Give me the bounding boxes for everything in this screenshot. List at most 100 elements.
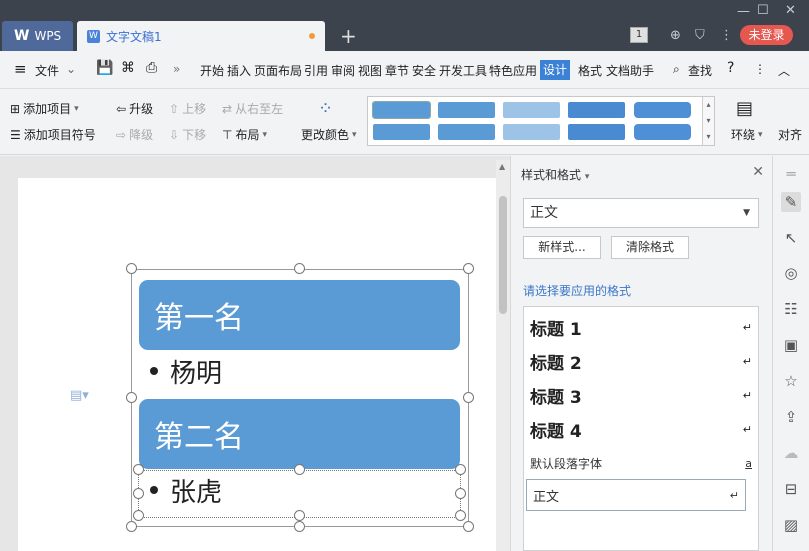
menu-format[interactable]: 格式 bbox=[578, 62, 602, 79]
new-tab-button[interactable]: + bbox=[340, 24, 357, 48]
resize-handle[interactable] bbox=[133, 488, 144, 499]
menu-review[interactable]: 审阅 bbox=[331, 62, 355, 79]
align-label: 对齐 bbox=[778, 128, 803, 142]
settings-sliders-icon[interactable]: ☷ bbox=[781, 299, 801, 319]
add-bullet-button[interactable]: ☰ 添加项目符号 bbox=[10, 126, 96, 143]
bullet-text-second: 张虎 bbox=[170, 477, 223, 508]
resize-handle[interactable] bbox=[294, 464, 305, 475]
menu-insert[interactable]: 插入 bbox=[227, 62, 251, 79]
menu-design[interactable]: 设计 bbox=[540, 60, 571, 80]
document-scroll-thumb[interactable] bbox=[499, 196, 507, 314]
resize-handle[interactable] bbox=[126, 263, 137, 274]
menu-start[interactable]: 开始 bbox=[200, 62, 224, 79]
archive-icon[interactable]: ⊟ bbox=[781, 479, 801, 499]
bullet-item-first[interactable]: 杨明 bbox=[150, 353, 222, 389]
resize-handle[interactable] bbox=[294, 510, 305, 521]
level1-box-first[interactable]: 第一名 bbox=[139, 280, 460, 350]
style-format-icon[interactable]: ✎ bbox=[781, 192, 801, 212]
menu-chapter[interactable]: 章节 bbox=[385, 62, 409, 79]
style-swatch-5[interactable] bbox=[634, 102, 691, 118]
change-color-button[interactable]: 更改颜色 ▾ bbox=[301, 126, 357, 143]
menu-references[interactable]: 引用 bbox=[304, 62, 328, 79]
share-icon[interactable]: ⇪ bbox=[781, 407, 801, 427]
help-icon[interactable]: ? bbox=[727, 60, 734, 76]
star-icon[interactable]: ☆ bbox=[781, 371, 801, 391]
file-menu[interactable]: 文件 bbox=[35, 62, 59, 79]
align-button[interactable]: 对齐 bbox=[778, 126, 802, 143]
shapes-icon[interactable]: ◎ bbox=[781, 263, 801, 283]
document-tab[interactable]: W 文字文稿1 bbox=[77, 21, 325, 51]
panel-title[interactable]: 样式和格式 ▾ bbox=[521, 166, 589, 183]
style-swatch-4[interactable] bbox=[568, 102, 625, 118]
resize-handle[interactable] bbox=[463, 392, 474, 403]
promote-button[interactable]: ⇦ 升级 bbox=[116, 100, 153, 117]
close-window-button[interactable]: ✕ bbox=[785, 3, 796, 18]
paragraph-marker-icon[interactable]: ▤▾ bbox=[70, 388, 89, 403]
level1-box-second[interactable]: 第二名 bbox=[139, 399, 460, 469]
more-icon[interactable]: ⋮ bbox=[754, 62, 766, 76]
menu-page-layout[interactable]: 页面布局 bbox=[254, 62, 302, 79]
menu-special[interactable]: 特色应用 bbox=[489, 62, 537, 79]
scroll-up-icon[interactable]: ▲ bbox=[499, 162, 505, 171]
style-heading-3[interactable]: 标题 3 ↵ bbox=[530, 383, 752, 408]
gallery-icon[interactable]: ▣ bbox=[781, 335, 801, 355]
resize-handle[interactable] bbox=[133, 464, 144, 475]
style-heading-4[interactable]: 标题 4 ↵ bbox=[530, 417, 752, 442]
style-swatch-2[interactable] bbox=[438, 102, 495, 118]
resize-handle[interactable] bbox=[455, 510, 466, 521]
sync-icon[interactable]: ⊕ bbox=[670, 28, 681, 43]
resize-handle[interactable] bbox=[455, 488, 466, 499]
skin-shirt-icon[interactable]: ⛉ bbox=[695, 28, 705, 43]
search-button[interactable]: 查找 bbox=[688, 62, 712, 79]
wrap-button[interactable]: 环绕 ▾ bbox=[731, 126, 763, 143]
close-icon[interactable]: ✕ bbox=[752, 164, 764, 180]
menu-security[interactable]: 安全 bbox=[412, 62, 436, 79]
resize-handle[interactable] bbox=[294, 521, 305, 532]
hamburger-icon[interactable]: ≡ bbox=[14, 60, 27, 78]
menu-more-icon[interactable]: ⋮ bbox=[720, 28, 733, 43]
select-cursor-icon[interactable]: ↖ bbox=[781, 228, 801, 248]
resize-handle[interactable] bbox=[133, 510, 144, 521]
resize-handle[interactable] bbox=[463, 263, 474, 274]
menu-doc-assistant[interactable]: 文档助手 bbox=[606, 62, 654, 79]
cloud-icon[interactable]: ☁ bbox=[781, 443, 801, 463]
demote-button[interactable]: ⇨ 降级 bbox=[116, 126, 153, 143]
print-icon[interactable]: ⎙ bbox=[146, 60, 157, 76]
minimize-button[interactable]: — bbox=[737, 4, 750, 19]
gallery-scroll[interactable]: ▴ ▾ ▾ bbox=[702, 97, 714, 145]
move-up-label: 上移 bbox=[182, 102, 207, 116]
chevron-down-icon[interactable]: ⌄ bbox=[66, 62, 76, 76]
style-normal[interactable]: 正文 ↵ bbox=[526, 479, 746, 511]
clear-format-button[interactable]: 清除格式 bbox=[611, 236, 689, 259]
layout-button[interactable]: ⊤ 布局 ▾ bbox=[222, 126, 267, 143]
menu-developer[interactable]: 开发工具 bbox=[439, 62, 487, 79]
resize-handle[interactable] bbox=[126, 392, 137, 403]
search-icon[interactable]: ⌕ bbox=[673, 62, 680, 77]
move-down-button[interactable]: ⇩ 下移 bbox=[169, 126, 206, 143]
style-swatch-1[interactable] bbox=[372, 101, 431, 119]
more-arrows-icon[interactable]: » bbox=[173, 62, 180, 76]
new-style-button[interactable]: 新样式... bbox=[523, 236, 601, 259]
page-count-badge[interactable]: 1 bbox=[630, 27, 648, 43]
collapse-ribbon-icon[interactable]: ︿ bbox=[778, 62, 790, 79]
move-up-button[interactable]: ⇧ 上移 bbox=[169, 100, 206, 117]
format-painter-icon[interactable]: ⌘ bbox=[121, 60, 135, 76]
image-icon[interactable]: ▨ bbox=[781, 515, 801, 535]
wps-home-tab[interactable]: W WPS bbox=[2, 21, 73, 51]
bullet-item-second[interactable]: 张虎 bbox=[150, 472, 222, 508]
resize-handle[interactable] bbox=[126, 521, 137, 532]
add-item-button[interactable]: ⊞ 添加项目 ▾ bbox=[10, 100, 79, 117]
menu-view[interactable]: 视图 bbox=[358, 62, 382, 79]
resize-handle[interactable] bbox=[455, 464, 466, 475]
current-style-select[interactable]: 正文 ▼ bbox=[523, 198, 759, 228]
login-button[interactable]: 未登录 bbox=[740, 25, 793, 45]
rtl-button[interactable]: ⇄ 从右至左 bbox=[222, 100, 283, 117]
save-icon[interactable]: 💾 bbox=[96, 60, 113, 76]
resize-handle[interactable] bbox=[463, 521, 474, 532]
style-heading-1[interactable]: 标题 1 ↵ bbox=[530, 315, 752, 340]
style-default-font[interactable]: 默认段落字体 a bbox=[530, 455, 752, 472]
maximize-button[interactable]: ☐ bbox=[757, 3, 769, 18]
style-heading-2[interactable]: 标题 2 ↵ bbox=[530, 349, 752, 374]
style-swatch-3[interactable] bbox=[503, 102, 560, 118]
resize-handle[interactable] bbox=[294, 263, 305, 274]
